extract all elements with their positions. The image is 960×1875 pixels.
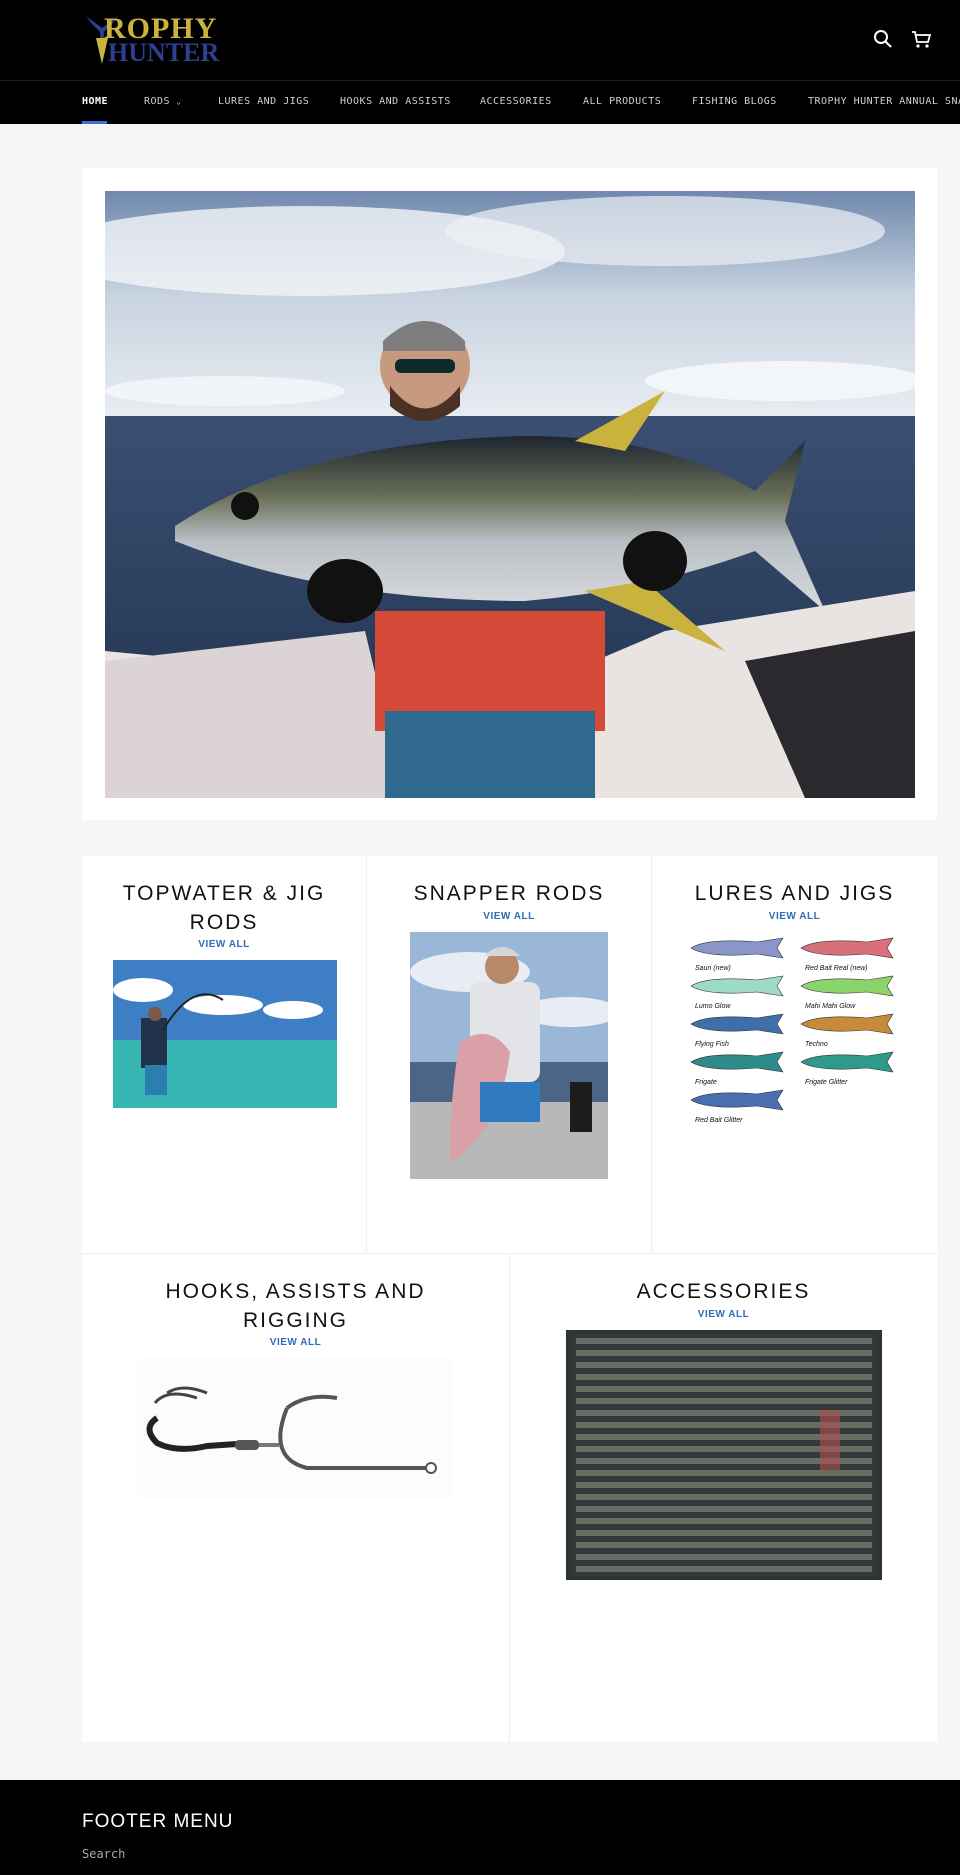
lure-item: Flying Fish bbox=[687, 1012, 793, 1050]
site-footer: FOOTER MENU Search bbox=[0, 1780, 960, 1875]
collection-title: TOPWATER & JIG RODS bbox=[122, 882, 326, 934]
lure-item: Sauri (new) bbox=[687, 936, 793, 974]
collection-title: HOOKS, ASSISTS AND RIGGING bbox=[165, 1280, 426, 1332]
lure-item: Lumo Glow bbox=[687, 974, 793, 1012]
collection-hooks-assists-rigging[interactable]: HOOKS, ASSISTS AND RIGGING VIEW ALL bbox=[82, 1254, 509, 1742]
lure-icon bbox=[690, 1089, 784, 1111]
lure-grid: Sauri (new) Red Bait Real (new) Lumo Glo… bbox=[683, 932, 907, 1157]
main-navigation: HOME RODS ⌄ LURES AND JIGS HOOKS AND ASSI… bbox=[0, 80, 960, 124]
lure-name: Red Bait Real (new) bbox=[805, 965, 868, 972]
collection-snapper-rods[interactable]: SNAPPER RODS VIEW ALL bbox=[367, 856, 651, 1253]
lure-icon bbox=[800, 937, 894, 959]
view-all-link[interactable]: VIEW ALL bbox=[652, 911, 937, 922]
collection-title: LURES AND JIGS bbox=[694, 882, 895, 905]
lure-name: Sauri (new) bbox=[695, 965, 731, 972]
lure-icon bbox=[690, 1013, 784, 1035]
collection-title: ACCESSORIES bbox=[636, 1280, 811, 1303]
lure-name: Lumo Glow bbox=[695, 1003, 731, 1010]
collection-topwater-jig-rods[interactable]: TOPWATER & JIG RODS VIEW ALL bbox=[82, 856, 366, 1253]
lure-item: Techno bbox=[797, 1012, 903, 1050]
nav-home[interactable]: HOME bbox=[82, 96, 108, 107]
view-all-link[interactable]: VIEW ALL bbox=[510, 1309, 937, 1320]
collection-lures-and-jigs[interactable]: LURES AND JIGS VIEW ALL Sauri (new) Red … bbox=[652, 856, 937, 1253]
lure-item: Frigate Glitter bbox=[797, 1050, 903, 1088]
topwater-rods-image bbox=[113, 960, 337, 1108]
hero-image-angler-with-tuna bbox=[105, 191, 915, 798]
nav-fishing-blogs[interactable]: FISHING BLOGS bbox=[692, 96, 777, 107]
nav-trophy-hunter-annual-snapper[interactable]: TROPHY HUNTER ANNUAL SNAP bbox=[808, 96, 960, 107]
lure-icon bbox=[800, 1013, 894, 1035]
lure-item: Frigate bbox=[687, 1050, 793, 1088]
nav-lures-and-jigs[interactable]: LURES AND JIGS bbox=[218, 96, 309, 107]
collection-title: SNAPPER RODS bbox=[413, 882, 605, 905]
lure-icon bbox=[690, 937, 784, 959]
search-icon[interactable] bbox=[872, 28, 894, 50]
lure-icon bbox=[690, 1051, 784, 1073]
lure-name: Frigate Glitter bbox=[805, 1079, 848, 1086]
hero-banner bbox=[82, 168, 937, 820]
view-all-link[interactable]: VIEW ALL bbox=[82, 1337, 509, 1348]
lure-icon bbox=[800, 1051, 894, 1073]
nav-rods[interactable]: RODS ⌄ bbox=[144, 96, 181, 107]
active-nav-indicator bbox=[82, 121, 107, 124]
view-all-link[interactable]: VIEW ALL bbox=[367, 911, 651, 922]
lure-name: Flying Fish bbox=[695, 1041, 729, 1048]
snapper-rods-image bbox=[410, 932, 608, 1179]
collection-accessories[interactable]: ACCESSORIES VIEW ALL bbox=[510, 1254, 937, 1742]
cart-icon[interactable] bbox=[910, 28, 932, 50]
lure-icon bbox=[690, 975, 784, 997]
footer-search-link[interactable]: Search bbox=[82, 1847, 125, 1861]
logo-line2: HUNTER bbox=[108, 38, 220, 67]
trophy-hunter-logo[interactable]: ROPHY HUNTER bbox=[82, 14, 234, 66]
lure-item: Red Bait Glitter bbox=[687, 1088, 793, 1126]
nav-all-products[interactable]: ALL PRODUCTS bbox=[583, 96, 661, 107]
lure-name: Red Bait Glitter bbox=[695, 1117, 743, 1124]
lure-name: Mahi Mahi Glow bbox=[805, 1003, 856, 1010]
site-header: ROPHY HUNTER bbox=[0, 0, 960, 80]
accessories-image bbox=[566, 1330, 882, 1580]
lure-name: Techno bbox=[805, 1041, 828, 1048]
nav-rods-label: RODS bbox=[144, 96, 171, 107]
lure-name: Frigate bbox=[695, 1079, 717, 1086]
view-all-link[interactable]: VIEW ALL bbox=[82, 939, 366, 950]
lures-and-jigs-image: Sauri (new) Red Bait Real (new) Lumo Glo… bbox=[683, 932, 907, 1157]
nav-hooks-and-assists[interactable]: HOOKS AND ASSISTS bbox=[340, 96, 451, 107]
lure-icon bbox=[800, 975, 894, 997]
nav-accessories[interactable]: ACCESSORIES bbox=[480, 96, 552, 107]
lure-item: Red Bait Real (new) bbox=[797, 936, 903, 974]
footer-menu-title: FOOTER MENU bbox=[82, 1811, 234, 1832]
chevron-down-icon: ⌄ bbox=[176, 97, 182, 106]
collection-grid: TOPWATER & JIG RODS VIEW ALL SNAPPER ROD… bbox=[82, 856, 937, 1742]
lure-item: Mahi Mahi Glow bbox=[797, 974, 903, 1012]
hooks-assists-image bbox=[137, 1358, 453, 1498]
